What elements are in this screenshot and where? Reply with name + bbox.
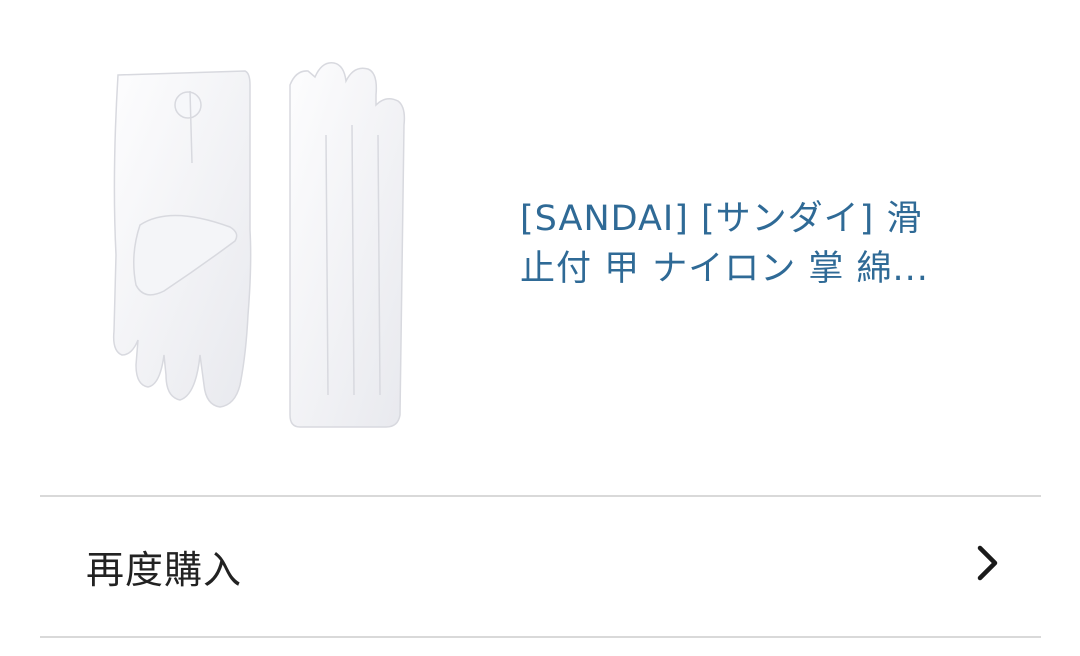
chevron-right-icon <box>977 545 998 581</box>
product-title-line-2[interactable]: 止付 甲 ナイロン 掌 綿... <box>520 244 990 294</box>
product-title[interactable]: [SANDAI] [サンダイ] 滑 止付 甲 ナイロン 掌 綿... <box>520 194 990 294</box>
product-image[interactable] <box>100 55 440 450</box>
rebuy-label: 再度購入 <box>86 548 243 592</box>
product-title-line-1[interactable]: [SANDAI] [サンダイ] 滑 <box>520 194 990 244</box>
divider-bottom <box>40 636 1041 638</box>
product-card[interactable]: [SANDAI] [サンダイ] 滑 止付 甲 ナイロン 掌 綿... <box>0 0 1080 496</box>
rebuy-button[interactable]: 再度購入 <box>40 497 1041 636</box>
